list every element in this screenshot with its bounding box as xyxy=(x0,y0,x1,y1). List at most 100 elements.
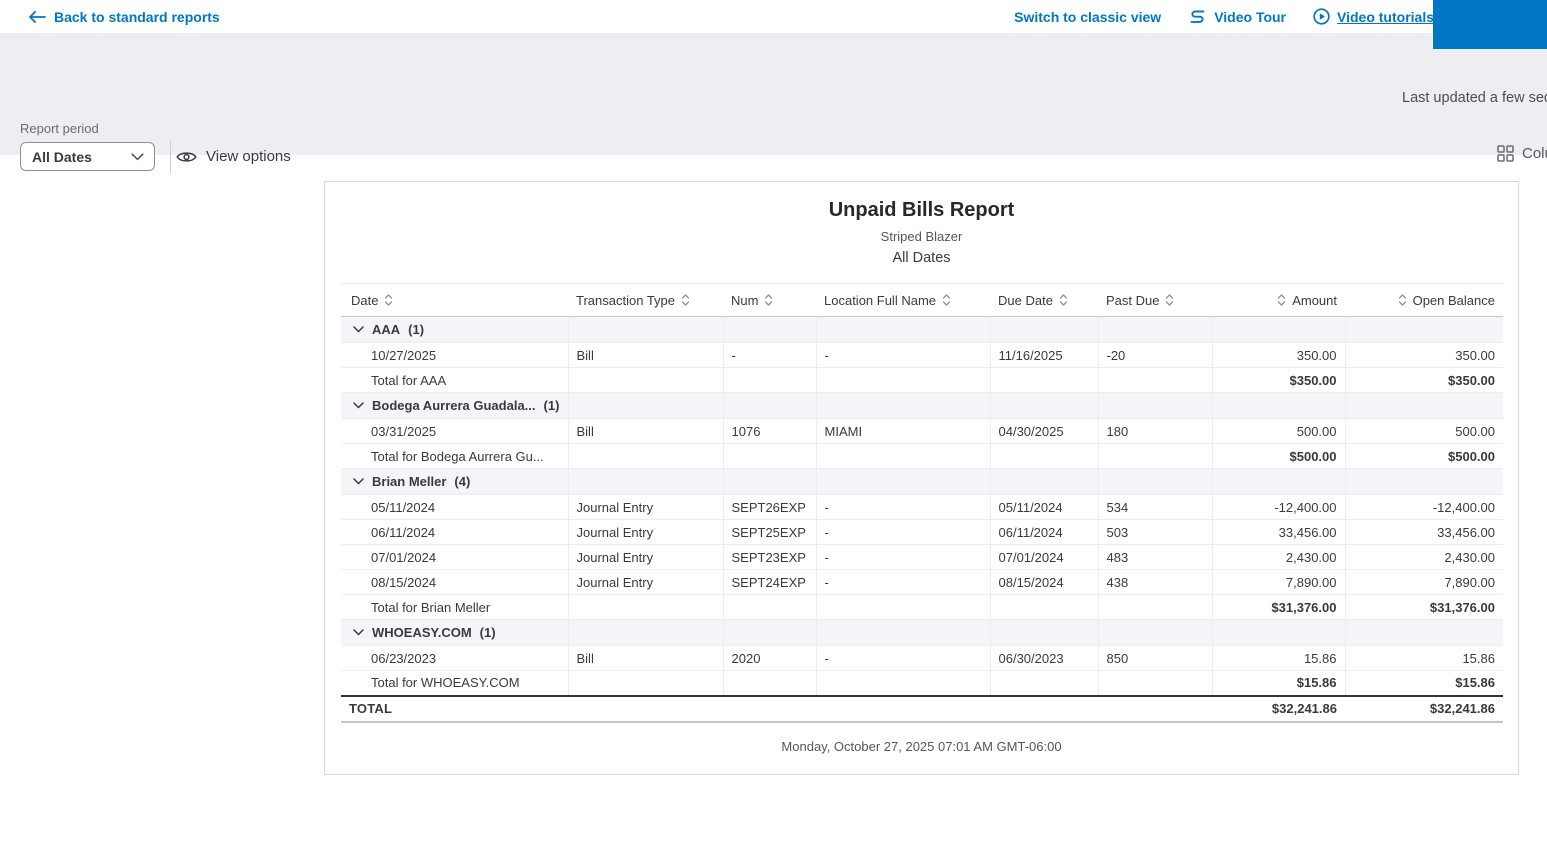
column-header-amount[interactable]: Amount xyxy=(1212,283,1345,317)
group-header-row[interactable]: Brian Meller (4) xyxy=(341,468,1503,495)
back-to-standard-reports-link[interactable]: Back to standard reports xyxy=(28,0,220,33)
sort-icon xyxy=(1398,294,1406,306)
cell-open-balance: 2,430.00 xyxy=(1344,544,1503,570)
column-header-past-due[interactable]: Past Due xyxy=(1098,283,1212,317)
cell-empty xyxy=(1097,392,1212,419)
column-header-due-date[interactable]: Due Date xyxy=(990,283,1098,317)
column-header-date[interactable]: Date xyxy=(341,283,568,317)
cell-transaction-type: Journal Entry xyxy=(567,494,723,520)
sort-icon xyxy=(1278,294,1286,306)
report-title: Unpaid Bills Report xyxy=(828,199,1015,221)
table-row[interactable]: 10/27/2025 Bill - - 11/16/2025 -20 350.0… xyxy=(341,342,1503,368)
back-link-label: Back to standard reports xyxy=(54,8,220,25)
chevron-down-icon[interactable] xyxy=(353,629,364,636)
cell-date: 10/27/2025 xyxy=(341,342,568,368)
total-label: Total for AAA xyxy=(341,367,568,393)
column-header-open-balance[interactable]: Open Balance xyxy=(1345,283,1503,317)
video-tutorials-link[interactable]: Video tutorials xyxy=(1313,8,1434,25)
report-period-dropdown[interactable]: All Dates xyxy=(20,142,155,171)
group-header-row[interactable]: WHOEASY.COM (1) xyxy=(341,619,1503,646)
cell-empty xyxy=(567,670,723,696)
chevron-down-icon xyxy=(131,152,144,160)
group-total-row: Total for AAA $350.00 $350.00 xyxy=(341,367,1503,393)
cell-location: - xyxy=(815,494,990,520)
table-row[interactable]: 08/15/2024 Journal Entry SEPT24EXP - 08/… xyxy=(341,569,1503,595)
cell-amount: 350.00 xyxy=(1211,342,1345,368)
cell-location: - xyxy=(815,342,990,368)
column-header-num[interactable]: Num xyxy=(723,283,816,317)
group-header-row[interactable]: AAA (1) xyxy=(341,316,1503,343)
tour-route-icon xyxy=(1190,10,1205,23)
cell-empty xyxy=(567,367,723,393)
cell-empty xyxy=(567,392,723,419)
table-row[interactable]: 06/23/2023 Bill 2020 - 06/30/2023 850 15… xyxy=(341,645,1503,671)
cell-transaction-type: Bill xyxy=(567,645,723,671)
cell-empty xyxy=(989,594,1098,620)
table-row[interactable]: 05/11/2024 Journal Entry SEPT26EXP - 05/… xyxy=(341,494,1503,520)
cell-empty xyxy=(568,694,723,723)
cell-num: - xyxy=(722,342,816,368)
cell-empty xyxy=(1098,694,1212,723)
report-period: All Dates xyxy=(892,250,951,266)
cell-empty xyxy=(989,392,1098,419)
cell-empty xyxy=(989,316,1098,343)
total-amount: $15.86 xyxy=(1211,670,1345,696)
sort-icon xyxy=(765,294,773,306)
sort-icon xyxy=(681,294,690,306)
group-name: AAA xyxy=(372,322,401,337)
cell-due-date: 06/30/2023 xyxy=(989,645,1098,671)
cell-empty xyxy=(1211,392,1345,419)
cell-empty xyxy=(989,443,1098,469)
report-period-value: All Dates xyxy=(32,148,92,165)
cell-past-due: 534 xyxy=(1097,494,1212,520)
cell-num: SEPT25EXP xyxy=(722,519,816,545)
cell-empty xyxy=(567,594,723,620)
cell-amount: 33,456.00 xyxy=(1211,519,1345,545)
column-header-location[interactable]: Location Full Name xyxy=(816,283,990,317)
grand-total-row: TOTAL $32,241.86 $32,241.86 xyxy=(341,694,1503,723)
total-amount: $500.00 xyxy=(1211,443,1345,469)
columns-button[interactable]: Columns xyxy=(1497,145,1547,162)
cell-empty xyxy=(1097,594,1212,620)
report-period-label: Report period xyxy=(20,121,99,136)
cell-open-balance: -12,400.00 xyxy=(1344,494,1503,520)
total-label: Total for Brian Meller xyxy=(341,594,568,620)
switch-to-classic-view-link[interactable]: Switch to classic view xyxy=(1014,9,1161,25)
cell-empty xyxy=(722,367,816,393)
report-toolbar: Last updated a few seconds ago Report pe… xyxy=(0,33,1547,173)
cell-empty xyxy=(1344,619,1503,646)
cell-empty xyxy=(1097,670,1212,696)
cell-due-date: 11/16/2025 xyxy=(989,342,1098,368)
cell-open-balance: 15.86 xyxy=(1344,645,1503,671)
company-name: Striped Blazer xyxy=(880,229,963,244)
table-row[interactable]: 03/31/2025 Bill 1076 MIAMI 04/30/2025 18… xyxy=(341,418,1503,444)
cell-transaction-type: Journal Entry xyxy=(567,569,723,595)
cell-past-due: 483 xyxy=(1097,544,1212,570)
cell-open-balance: 7,890.00 xyxy=(1344,569,1503,595)
chevron-down-icon[interactable] xyxy=(353,478,364,485)
group-name: Bodega Aurrera Guadala... xyxy=(372,398,536,413)
view-options-button[interactable]: View options xyxy=(176,144,291,169)
video-tour-label: Video Tour xyxy=(1214,8,1287,25)
cell-empty xyxy=(1211,619,1345,646)
cell-amount: 2,430.00 xyxy=(1211,544,1345,570)
table-row[interactable]: 07/01/2024 Journal Entry SEPT23EXP - 07/… xyxy=(341,544,1503,570)
cell-empty xyxy=(1344,316,1503,343)
eye-icon xyxy=(176,151,197,162)
column-header-transaction-type[interactable]: Transaction Type xyxy=(568,283,723,317)
cell-location: MIAMI xyxy=(815,418,990,444)
group-name: WHOEASY.COM xyxy=(372,625,472,640)
table-row[interactable]: 06/11/2024 Journal Entry SEPT25EXP - 06/… xyxy=(341,519,1503,545)
video-tour-link[interactable]: Video Tour xyxy=(1188,8,1286,25)
chevron-down-icon[interactable] xyxy=(353,326,364,333)
cell-empty xyxy=(722,468,816,495)
column-label: Due Date xyxy=(998,292,1053,308)
cell-amount: -12,400.00 xyxy=(1211,494,1345,520)
group-header-row[interactable]: Bodega Aurrera Guadala... (1) xyxy=(341,392,1503,419)
cell-empty xyxy=(567,316,723,343)
cell-amount: 15.86 xyxy=(1211,645,1345,671)
chevron-down-icon[interactable] xyxy=(353,402,364,409)
column-label: Date xyxy=(351,292,379,308)
columns-label: Columns xyxy=(1522,145,1547,162)
cell-location: - xyxy=(815,645,990,671)
